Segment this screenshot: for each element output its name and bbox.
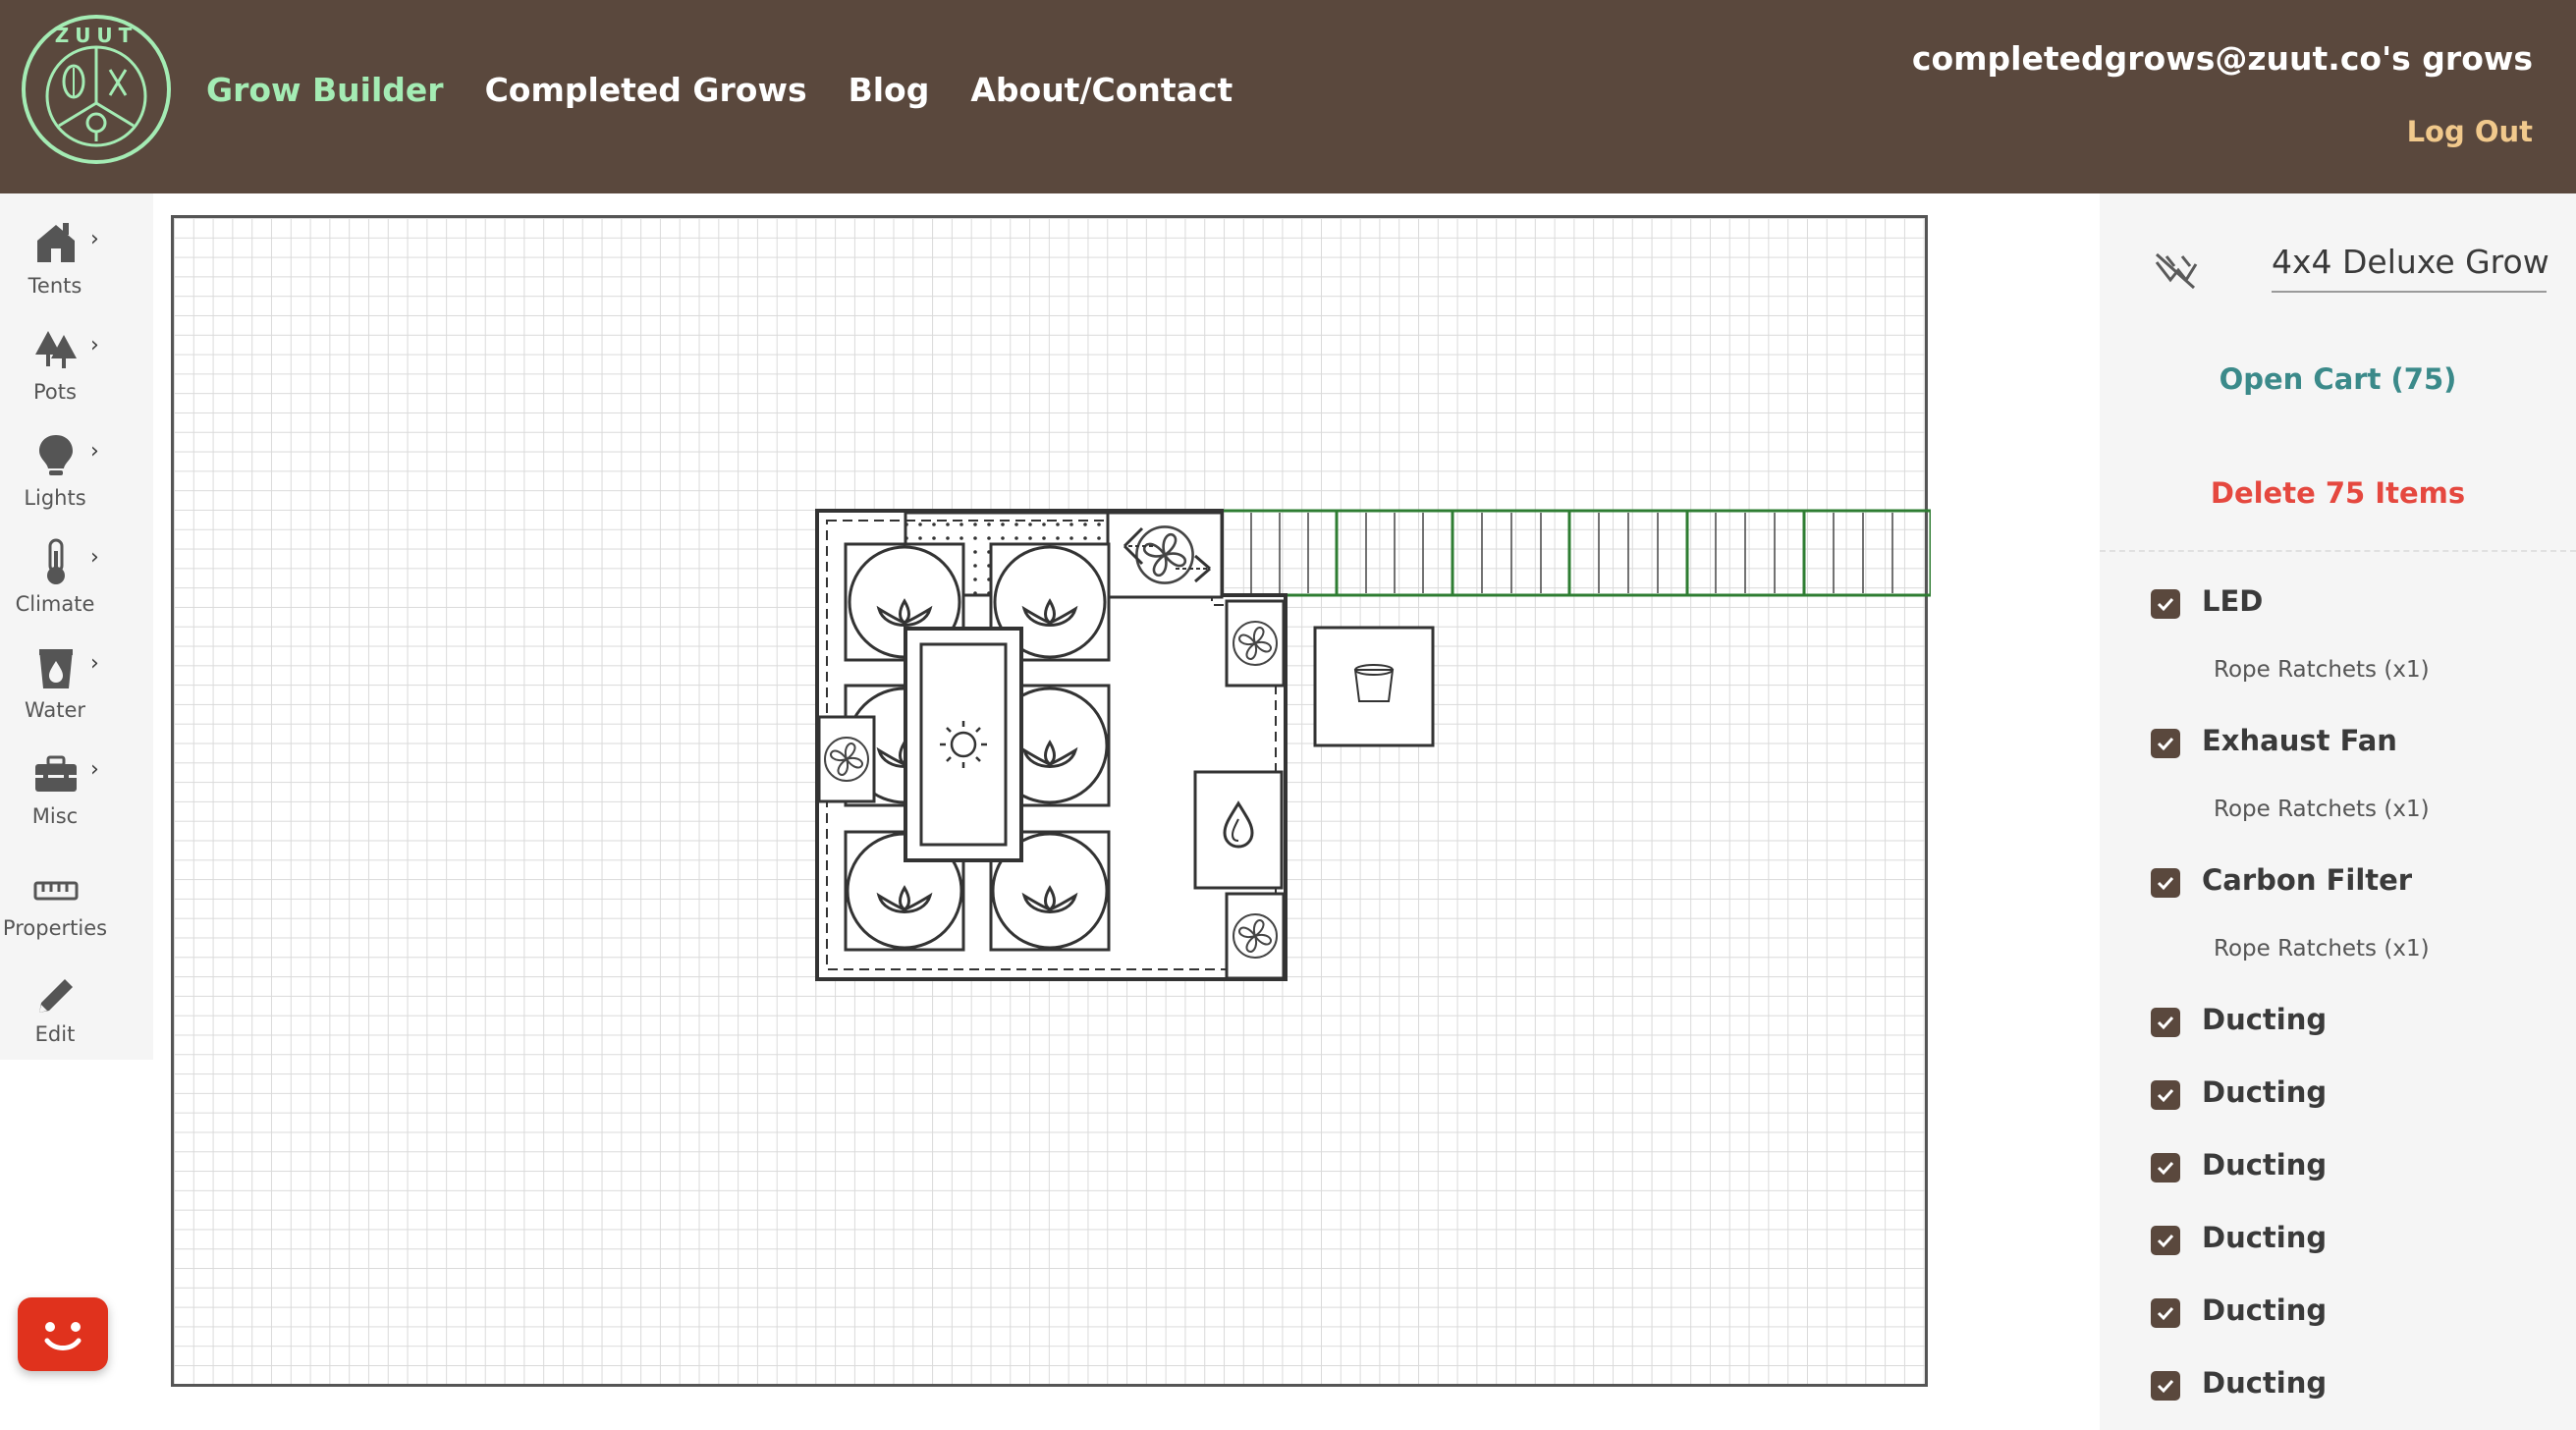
list-item-ducting: Ducting [2151,1075,2563,1125]
item-label: Carbon Filter [2202,863,2413,897]
tool-label: Water [24,698,86,722]
chevron-right-icon: › [90,545,99,570]
sub-item: Rope Ratchets (x1) [2214,657,2430,683]
chat-face-icon [44,1322,82,1350]
open-cart-link[interactable]: Open Cart (75) [2100,362,2576,396]
check-icon [2157,1088,2174,1103]
check-icon [2157,1161,2174,1176]
check-icon [2157,1234,2174,1248]
item-label: Exhaust Fan [2202,724,2397,757]
item-label: Ducting [2202,1003,2328,1036]
item-label: Ducting [2202,1221,2328,1254]
item-label: Ducting [2202,1366,2328,1400]
grow-no-light-icon [2155,252,2198,290]
clip-fan-right-bottom[interactable] [1225,892,1286,980]
water-bucket[interactable] [1313,626,1435,747]
tool-label: Edit [34,1022,76,1046]
tool-lights[interactable]: › Lights [0,417,153,523]
tool-label: Climate [15,592,95,616]
item-label: LED [2202,584,2264,618]
svg-text:ZUUT: ZUUT [55,24,138,47]
item-checkbox[interactable] [2151,868,2180,898]
tool-label: Properties [2,916,108,940]
item-checkbox[interactable] [2151,589,2180,619]
list-item-ducting: Ducting [2151,1003,2563,1052]
list-item-led: LED [2151,584,2563,633]
zuut-logo[interactable]: ZUUT [20,13,173,166]
nav-blog[interactable]: Blog [849,71,930,109]
list-item-exhaust-fan: Exhaust Fan [2151,724,2563,773]
item-checkbox[interactable] [2151,729,2180,758]
clip-fan-left[interactable] [817,715,876,803]
tool-tents[interactable]: › Tents [0,205,153,311]
lightbulb-icon [39,435,73,475]
tool-label: Lights [24,486,86,510]
nav-grow-builder[interactable]: Grow Builder [206,71,444,109]
list-item-ducting: Ducting [2151,1148,2563,1197]
ruler-icon [33,881,79,901]
list-item-ducting: Ducting [2151,1366,2563,1415]
nav-about-contact[interactable]: About/Contact [970,71,1233,109]
grow-layout-drawing [815,509,1931,981]
item-checkbox[interactable] [2151,1008,2180,1037]
tool-misc[interactable]: › Misc [0,736,153,842]
tool-label: Pots [33,380,77,404]
check-icon [2157,1016,2174,1030]
thermometer-icon [47,538,65,584]
item-label: Ducting [2202,1075,2328,1109]
tool-climate[interactable]: › Climate [0,523,153,630]
check-icon [2157,1306,2174,1321]
list-item-carbon-filter: Carbon Filter [2151,863,2563,912]
list-item-ducting: Ducting [2151,1221,2563,1270]
water-bucket-icon [39,649,73,688]
chevron-right-icon: › [90,227,99,251]
item-checkbox[interactable] [2151,1371,2180,1401]
nav-completed-grows[interactable]: Completed Grows [485,71,807,109]
main-nav: Grow Builder Completed Grows Blog About/… [206,71,1274,109]
item-label: Ducting [2202,1148,2328,1182]
panel-divider [2100,550,2576,552]
check-icon [2157,1379,2174,1394]
logout-link[interactable]: Log Out [2407,115,2533,148]
led-light[interactable] [904,627,1023,862]
list-item-ducting: Ducting [2151,1293,2563,1343]
toolbox-icon [35,755,77,792]
chevron-right-icon: › [90,757,99,782]
chevron-right-icon: › [90,333,99,358]
item-checkbox[interactable] [2151,1298,2180,1328]
user-email: completedgrows@zuut.co's grows [1911,39,2533,78]
tool-pots[interactable]: › Pots [0,311,153,417]
item-checkbox[interactable] [2151,1153,2180,1182]
left-toolbar: › Tents › Pots › Lights › Climate › Wate… [0,193,153,1060]
tool-water[interactable]: › Water [0,630,153,736]
chevron-right-icon: › [90,651,99,676]
item-checkbox[interactable] [2151,1080,2180,1110]
clip-fan-right-top[interactable] [1225,599,1286,688]
top-header: ZUUT Grow Builder Completed Grows Blog A… [0,0,2576,193]
sub-item: Rope Ratchets (x1) [2214,936,2430,962]
check-icon [2157,876,2174,891]
item-checkbox[interactable] [2151,1226,2180,1255]
humidifier[interactable] [1193,770,1284,890]
tool-properties[interactable]: Properties [0,852,153,958]
trees-icon [35,331,77,368]
delete-items-link[interactable]: Delete 75 Items [2100,476,2576,510]
tool-label: Misc [31,804,79,828]
tool-edit[interactable]: Edit [0,958,153,1064]
check-icon [2157,597,2174,612]
tool-label: Tents [27,274,82,298]
grow-name-input[interactable]: 4x4 Deluxe Grow [2272,243,2549,293]
exhaust-fan[interactable] [1106,511,1224,599]
tent-icon [37,223,75,262]
grow-title-row: 4x4 Deluxe Grow [2153,243,2549,302]
check-icon [2157,737,2174,751]
grow-canvas[interactable] [171,215,1931,1387]
chat-widget-button[interactable] [18,1297,108,1371]
sub-item: Rope Ratchets (x1) [2214,797,2430,822]
pencil-icon [39,979,73,1013]
ducting-run[interactable] [1220,509,1931,597]
chevron-right-icon: › [90,439,99,464]
right-panel: 4x4 Deluxe Grow Open Cart (75) Delete 75… [2100,193,2576,1430]
item-label: Ducting [2202,1293,2328,1327]
